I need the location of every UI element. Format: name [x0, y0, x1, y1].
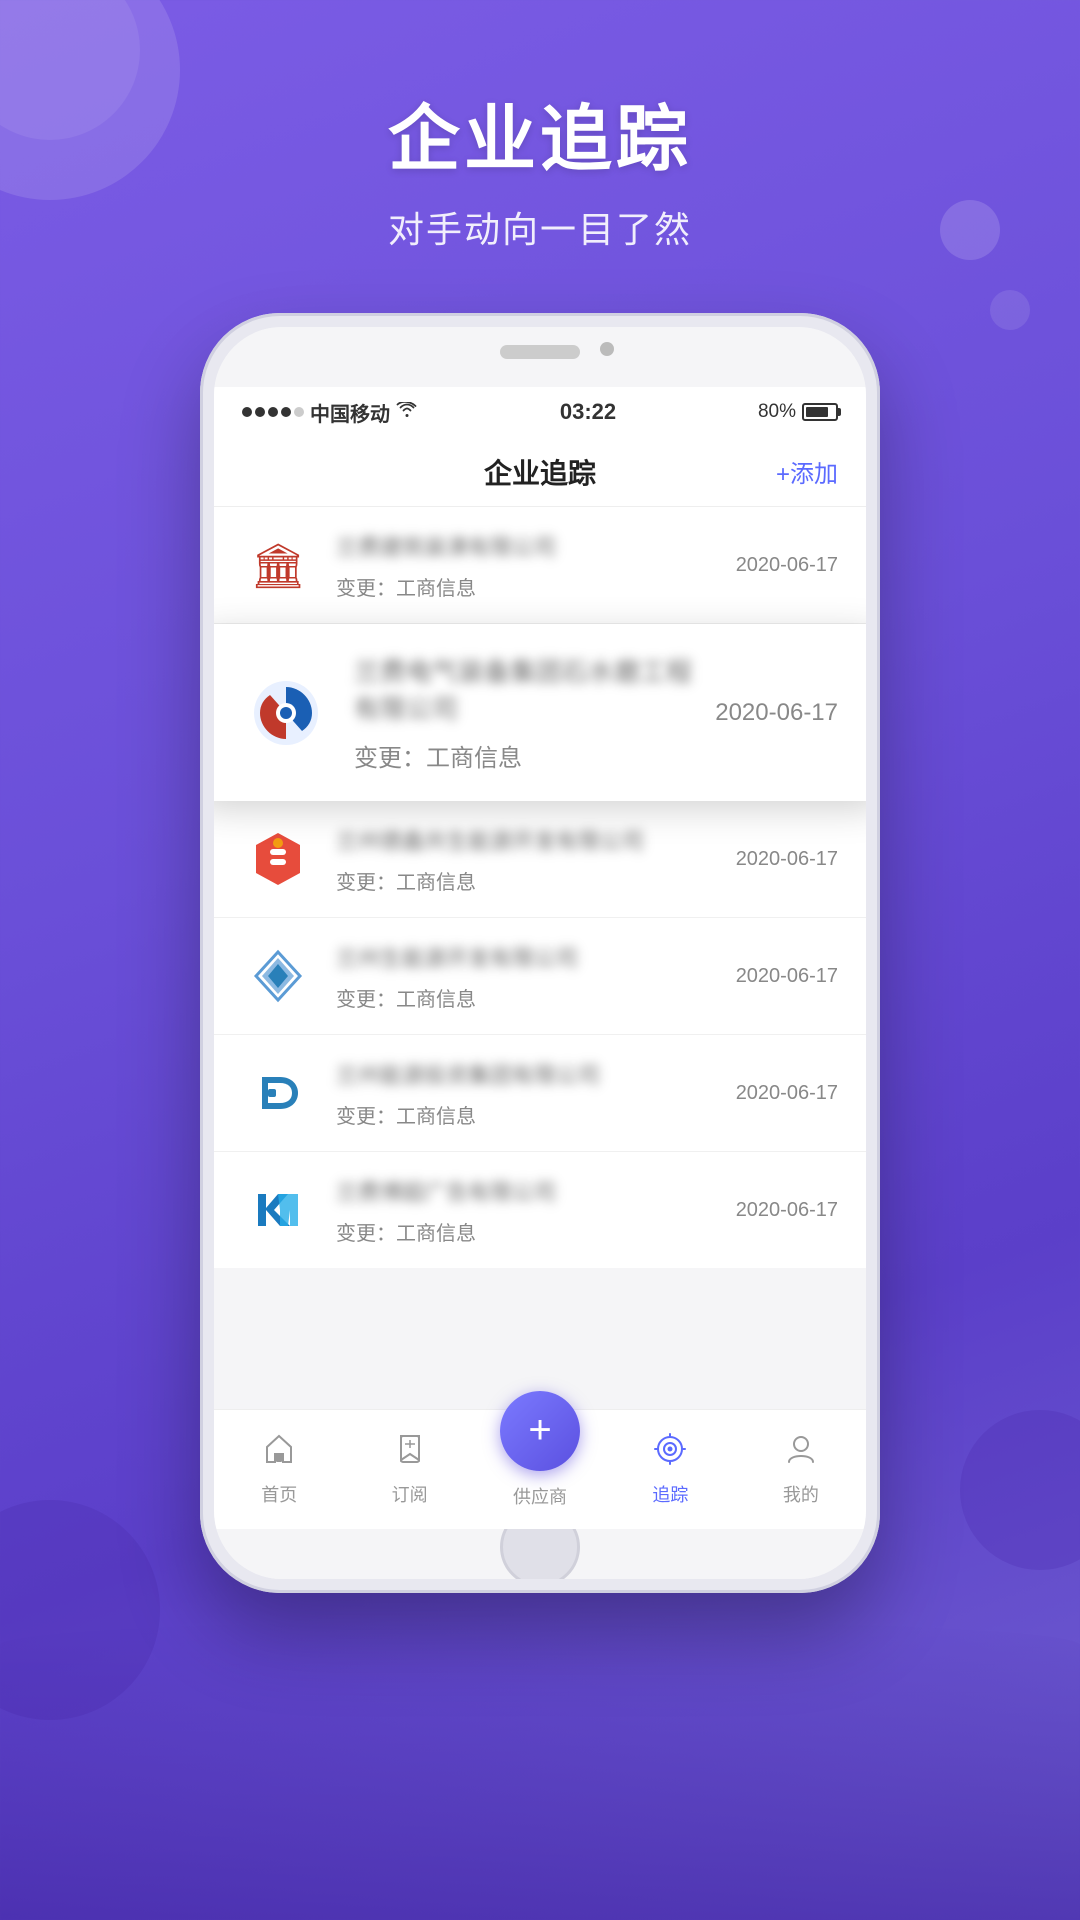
bottom-nav: 首页 订阅	[214, 1409, 866, 1529]
company-logo-1: 🏛	[242, 529, 314, 601]
tracking-icon	[653, 1432, 687, 1475]
nav-label-profile: 我的	[783, 1481, 819, 1507]
battery-fill	[806, 407, 828, 417]
app-header-title: 企业追踪	[484, 452, 596, 492]
main-title: 企业追踪	[0, 80, 1080, 185]
signal-dots	[242, 407, 304, 417]
signal-dot-3	[268, 407, 278, 417]
bg-decor-circle-6	[960, 1410, 1080, 1570]
company-date-3: 2020-06-17	[736, 848, 838, 871]
list-item-highlighted[interactable]: 兰费电气装备集团石水磨工程有限公司 变更：工商信息 2020-06-17	[214, 624, 866, 801]
company-date-1: 2020-06-17	[736, 554, 838, 577]
nav-item-subscribe[interactable]: 订阅	[344, 1432, 474, 1507]
company-date-4: 2020-06-17	[736, 965, 838, 988]
status-time: 03:22	[560, 399, 616, 425]
company-info-2: 兰费电气装备集团石水磨工程有限公司 变更：工商信息	[354, 652, 715, 773]
list-item-3[interactable]: 兰州德鑫共生能源开发有限公司 变更：工商信息 2020-06-17	[214, 801, 866, 918]
company-change-1: 变更：工商信息	[336, 578, 476, 600]
company-change-5: 变更：工商信息	[336, 1106, 476, 1128]
nav-item-tracking[interactable]: 追踪	[605, 1432, 735, 1507]
company-date-5: 2020-06-17	[736, 1082, 838, 1105]
company-logo-3	[242, 823, 314, 895]
signal-dot-1	[242, 407, 252, 417]
company-name-1: 兰费建筑装潢有限公司	[336, 530, 736, 562]
sub-title: 对手动向一目了然	[0, 201, 1080, 253]
status-bar-left: 中国移动	[242, 398, 418, 427]
app-header: 企业追踪 +添加	[214, 437, 866, 507]
company-logo-2	[242, 669, 330, 757]
company-change-3: 变更：工商信息	[336, 872, 476, 894]
list-item[interactable]: 🏛 兰费建筑装潢有限公司 变更：工商信息 2020-06-17	[214, 507, 866, 624]
header-section: 企业追踪 对手动向一目了然	[0, 0, 1080, 253]
battery-icon	[802, 403, 838, 421]
phone-top-bar	[214, 327, 866, 387]
company-date-6: 2020-06-17	[736, 1199, 838, 1222]
company-name-4: 兰州生能源开发有限公司	[336, 941, 736, 973]
signal-dot-5	[294, 407, 304, 417]
company-date-2: 2020-06-17	[715, 699, 838, 727]
company-logo-4	[242, 940, 314, 1012]
list-item-6[interactable]: 兰费博超广告有限公司 变更：工商信息 2020-06-17	[214, 1152, 866, 1268]
phone-outer: 中国移动 03:22 80%	[200, 313, 880, 1593]
nav-label-subscribe: 订阅	[392, 1481, 428, 1507]
nav-item-profile[interactable]: 我的	[736, 1432, 866, 1507]
add-button[interactable]: +添加	[776, 454, 838, 489]
user-icon	[784, 1432, 818, 1475]
company-change-6: 变更：工商信息	[336, 1223, 476, 1245]
nav-label-supplier: 供应商	[513, 1483, 567, 1509]
phone-mockup: 中国移动 03:22 80%	[200, 313, 880, 1593]
company-logo-6	[242, 1174, 314, 1246]
company-name-5: 兰州能源投资集团有限公司	[336, 1058, 736, 1090]
bg-wave	[0, 1620, 1080, 1920]
company-name-2: 兰费电气装备集团石水磨工程有限公司	[354, 652, 715, 726]
company-info-1: 兰费建筑装潢有限公司 变更：工商信息	[336, 530, 736, 601]
nav-label-tracking: 追踪	[652, 1481, 688, 1507]
nav-item-home[interactable]: 首页	[214, 1432, 344, 1507]
list-item-4[interactable]: 兰州生能源开发有限公司 变更：工商信息 2020-06-17	[214, 918, 866, 1035]
status-bar: 中国移动 03:22 80%	[214, 387, 866, 437]
phone-content: 中国移动 03:22 80%	[214, 327, 866, 1579]
company-list: 🏛 兰费建筑装潢有限公司 变更：工商信息 2020-06-17	[214, 507, 866, 1409]
svg-text:🏛: 🏛	[250, 542, 306, 591]
company-change-4: 变更：工商信息	[336, 989, 476, 1011]
nav-label-home: 首页	[261, 1481, 297, 1507]
list-item-5[interactable]: 兰州能源投资集团有限公司 变更：工商信息 2020-06-17	[214, 1035, 866, 1152]
home-button-area	[214, 1529, 866, 1579]
company-logo-5	[242, 1057, 314, 1129]
phone-inner: 中国移动 03:22 80%	[214, 327, 866, 1579]
signal-dot-2	[255, 407, 265, 417]
company-info-6: 兰费博超广告有限公司 变更：工商信息	[336, 1175, 736, 1246]
wifi-icon	[396, 402, 418, 423]
company-name-6: 兰费博超广告有限公司	[336, 1175, 736, 1207]
status-bar-right: 80%	[758, 401, 838, 423]
phone-speaker	[500, 345, 580, 359]
company-info-5: 兰州能源投资集团有限公司 变更：工商信息	[336, 1058, 736, 1129]
signal-dot-4	[281, 407, 291, 417]
nav-item-supplier[interactable]: + 供应商	[475, 1431, 605, 1509]
plus-icon: +	[528, 1410, 551, 1450]
company-info-4: 兰州生能源开发有限公司 变更：工商信息	[336, 941, 736, 1012]
bookmark-icon	[393, 1432, 427, 1475]
phone-camera	[600, 342, 614, 356]
company-change-2: 变更：工商信息	[354, 745, 522, 772]
company-info-3: 兰州德鑫共生能源开发有限公司 变更：工商信息	[336, 824, 736, 895]
center-add-button[interactable]: +	[500, 1391, 580, 1471]
battery-percent: 80%	[758, 401, 796, 423]
carrier-label: 中国移动	[310, 398, 390, 427]
company-name-3: 兰州德鑫共生能源开发有限公司	[336, 824, 736, 856]
home-icon	[262, 1432, 296, 1475]
bg-decor-circle-4	[990, 290, 1030, 330]
